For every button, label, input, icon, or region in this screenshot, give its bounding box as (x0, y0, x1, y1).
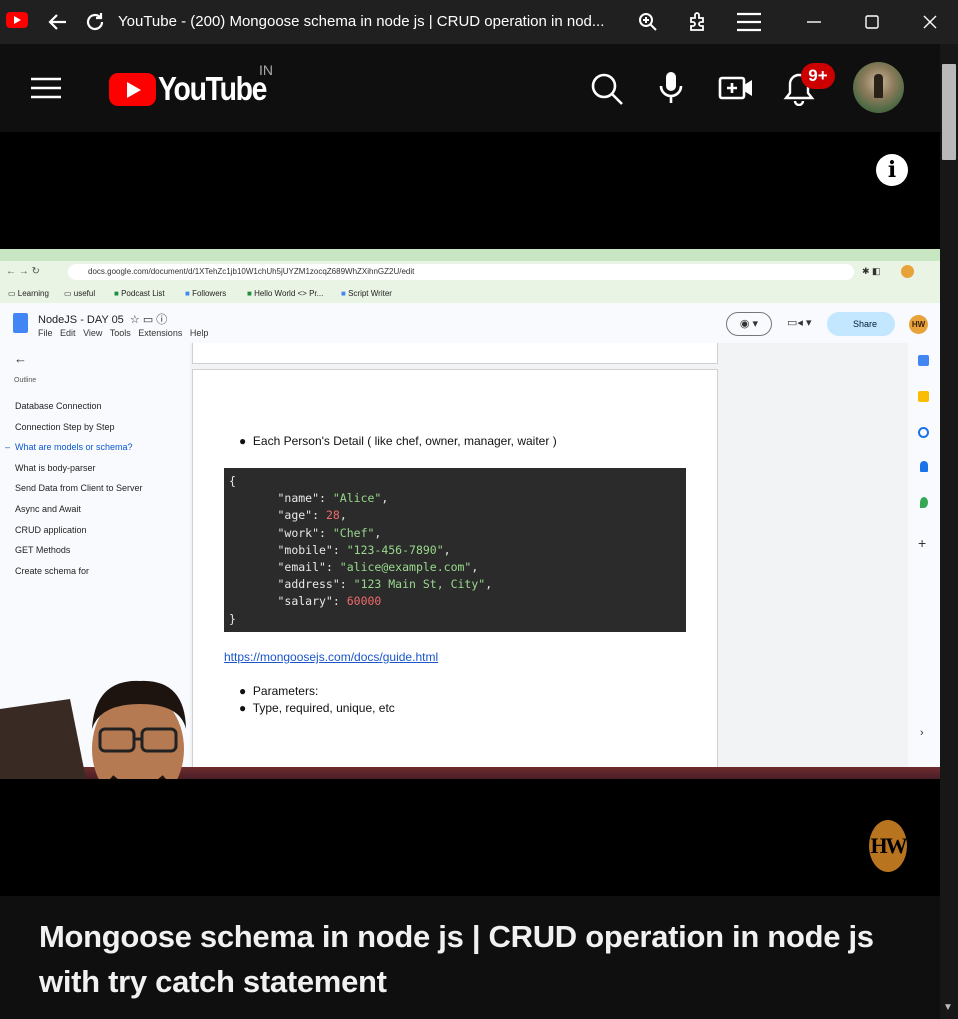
recorded-docs-toolbar: NodeJS - DAY 05 ☆ ▭ ⓘ File Edit View Too… (0, 303, 940, 343)
doc-bullet: ● Each Person's Detail ( like chef, owne… (239, 434, 557, 448)
youtube-wordmark[interactable]: YouTube (158, 70, 267, 108)
minimize-icon[interactable] (800, 8, 828, 36)
outline-item: Async and Await (15, 504, 81, 514)
outline-item: Send Data from Client to Server (15, 483, 143, 493)
info-icon[interactable]: i (876, 154, 908, 186)
back-arrow-icon[interactable] (44, 8, 72, 36)
reload-icon[interactable] (81, 8, 109, 36)
recorded-toolbar-icons: ✱ ◧ (862, 266, 881, 276)
maximize-icon[interactable] (858, 8, 886, 36)
notification-count-badge: 9+ (801, 63, 835, 89)
menu-icon[interactable] (735, 8, 763, 36)
outline-item: Connection Step by Step (15, 422, 115, 432)
doc-menu: File Edit View Tools Extensions Help (38, 328, 209, 338)
eye-mode-icon: ◉ ▾ (726, 312, 772, 336)
country-code: IN (259, 62, 273, 78)
account-avatar[interactable] (853, 62, 904, 113)
bookmark: ■ Hello World <> Pr... (247, 289, 324, 298)
share-button: Share (827, 312, 895, 336)
bookmark: ▭ Learning (8, 289, 49, 298)
docs-profile-avatar: HW (909, 315, 928, 334)
code-block: { "name": "Alice", "age": 28, "work": "C… (224, 468, 686, 632)
outline-item: CRUD application (15, 525, 87, 535)
meet-icon: ▭◂ ▾ (787, 317, 812, 329)
bookmark: ▭ useful (64, 289, 96, 298)
video-title: Mongoose schema in node js | CRUD operat… (39, 919, 874, 999)
microphone-icon[interactable] (659, 71, 683, 110)
create-video-icon[interactable] (718, 74, 754, 107)
recorded-url: docs.google.com/document/d/1XTehZc1jb10W… (68, 264, 854, 280)
bookmark: ■ Podcast List (114, 289, 165, 298)
expand-panel-icon: › (920, 727, 924, 739)
outline-label: Outline (14, 377, 37, 384)
browser-titlebar: YouTube - (200) Mongoose schema in node … (0, 0, 958, 44)
browser-tab-title: YouTube - (200) Mongoose schema in node … (118, 13, 605, 30)
outline-back-icon: ← (14, 351, 27, 366)
calendar-icon (918, 355, 929, 366)
presenter-webcam (0, 680, 186, 779)
docs-icon (13, 313, 28, 333)
docs-side-panel: + › (908, 343, 940, 779)
add-addon-icon: + (918, 535, 927, 551)
search-icon[interactable] (590, 72, 624, 111)
doc-link: https://mongoosejs.com/docs/guide.html (224, 650, 439, 664)
youtube-logo-icon[interactable] (109, 73, 156, 106)
doc-title: NodeJS - DAY 05 ☆ ▭ ⓘ (38, 314, 168, 326)
channel-watermark-logo[interactable]: HW (869, 820, 908, 872)
recorded-profile-icon (901, 265, 914, 278)
recorded-tab-strip (0, 249, 940, 261)
bookmark: ■ Script Writer (341, 289, 392, 298)
outline-item: Create schema for (15, 566, 90, 576)
outline-item: Database Connection (15, 401, 102, 411)
scrollbar-thumb[interactable] (942, 64, 956, 160)
video-player[interactable]: i ← → ↻ docs.google.com/document/d/1XTeh… (0, 132, 940, 896)
tasks-icon (918, 427, 929, 438)
outline-item: What is body-parser (15, 463, 96, 473)
recorded-bookmarks-bar: ▭ Learning ▭ useful ■ Podcast List ■ Fol… (0, 283, 940, 303)
keep-icon (918, 391, 929, 402)
previous-page (192, 343, 718, 364)
close-icon[interactable] (916, 8, 944, 36)
page-scrollbar[interactable] (940, 44, 958, 1019)
extensions-icon[interactable] (684, 8, 712, 36)
zoom-icon[interactable] (634, 8, 662, 36)
outline-item-active: What are models or schema? (15, 442, 133, 452)
scroll-down-arrow-icon[interactable]: ▼ (943, 1002, 953, 1013)
recorded-nav-icons: ← → ↻ (6, 266, 40, 277)
bookmark: ■ Followers (185, 289, 227, 298)
youtube-header: YouTube IN 9+ (0, 44, 940, 132)
recorded-address-bar: ← → ↻ docs.google.com/document/d/1XTehZc… (0, 261, 940, 283)
youtube-favicon-icon (6, 12, 28, 28)
outline-item: GET Methods (15, 545, 71, 555)
screen-recording: ← → ↻ docs.google.com/document/d/1XTehZc… (0, 249, 940, 779)
maps-icon (920, 497, 928, 508)
hamburger-menu-icon[interactable] (30, 77, 62, 104)
contacts-icon (920, 461, 928, 472)
